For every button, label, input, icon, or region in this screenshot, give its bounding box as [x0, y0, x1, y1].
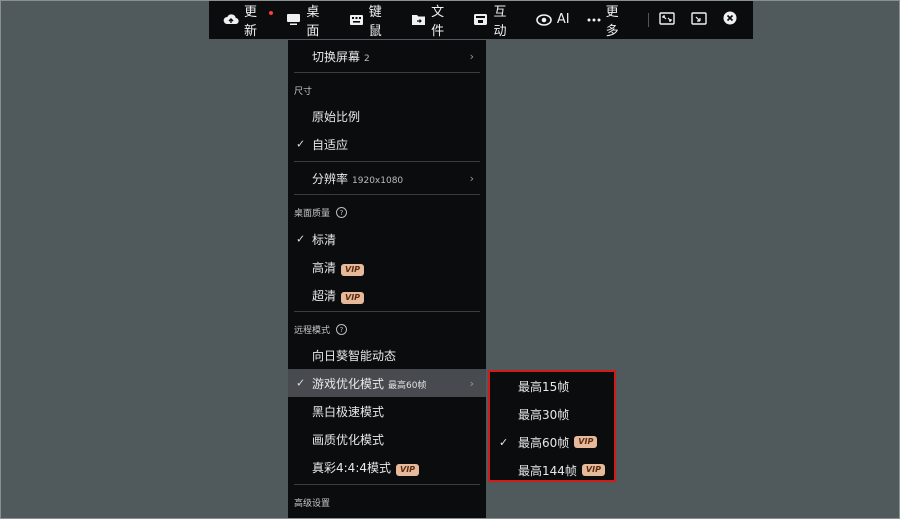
submenu-item-60fps[interactable]: ✓ 最高60帧 VIP: [490, 428, 614, 456]
menu-item-ultra[interactable]: 超清 VIP: [288, 281, 486, 309]
update-button[interactable]: 更新: [223, 0, 274, 39]
fullscreen-icon: [659, 10, 675, 29]
menu-item-resolution[interactable]: 分辨率 1920x1080 ›: [288, 164, 486, 192]
keyboard-mouse-label: 键鼠: [368, 4, 382, 39]
chevron-right-icon: ›: [469, 49, 474, 63]
menu-divider: [294, 311, 480, 312]
remote-mode-section-header: 远程模式?: [294, 323, 348, 336]
switch-screen-label: 切换屏幕: [312, 49, 361, 64]
menu-item-standard[interactable]: ✓ 标清: [288, 225, 486, 253]
menu-divider: [294, 161, 480, 162]
desktop-button[interactable]: 桌面: [286, 0, 331, 39]
keyboard-mouse-button[interactable]: 键鼠: [349, 0, 394, 39]
interact-icon: [473, 13, 488, 26]
menu-item-quality-mode[interactable]: 画质优化模式: [288, 425, 486, 453]
game-mode-label: 游戏优化模式: [312, 376, 385, 391]
desktop-label: 桌面: [306, 4, 320, 39]
files-label: 文件: [431, 4, 445, 39]
size-section-header: 尺寸: [294, 87, 313, 97]
folder-icon: [411, 13, 426, 26]
more-button[interactable]: 更多: [587, 0, 631, 39]
vip-badge: VIP: [581, 464, 605, 476]
menu-divider: [294, 194, 480, 195]
menu-item-smart-dynamic[interactable]: 向日葵智能动态: [288, 341, 486, 369]
ellipsis-icon: [587, 18, 601, 22]
standard-label: 标清: [312, 232, 337, 247]
fps15-label: 最高15帧: [518, 379, 570, 394]
minimize-window-button[interactable]: [691, 10, 707, 29]
menu-item-game-mode[interactable]: ✓ 游戏优化模式 最高60帧 ›: [288, 369, 486, 397]
checkmark-icon: ✓: [296, 376, 306, 390]
fps60-label: 最高60帧: [518, 435, 570, 450]
adaptive-label: 自适应: [312, 137, 349, 152]
files-button[interactable]: 文件: [411, 0, 456, 39]
ai-button[interactable]: AI: [536, 0, 570, 39]
submenu-item-30fps[interactable]: 最高30帧: [490, 400, 614, 428]
vip-badge: VIP: [341, 263, 365, 276]
help-icon[interactable]: ?: [336, 324, 348, 335]
ultra-label: 超清: [312, 288, 337, 303]
interact-label: 互动: [493, 4, 507, 39]
toolbar-divider: [647, 12, 649, 27]
true-color-label: 真彩4:4:4模式: [312, 460, 391, 475]
checkmark-icon: ✓: [499, 435, 509, 449]
fullscreen-button[interactable]: [659, 10, 675, 29]
close-icon: [723, 10, 737, 29]
notification-dot: [269, 11, 274, 15]
submenu-item-144fps[interactable]: 最高144帧 VIP: [490, 456, 614, 484]
fps144-label: 最高144帧: [518, 463, 577, 478]
menu-divider: [294, 72, 480, 73]
help-icon[interactable]: ?: [336, 207, 348, 218]
close-button[interactable]: [723, 10, 737, 29]
menu-item-true-color[interactable]: 真彩4:4:4模式 VIP: [288, 453, 486, 481]
eye-icon: [536, 13, 552, 26]
submenu-item-15fps[interactable]: 最高15帧: [490, 372, 614, 400]
checkmark-icon: ✓: [296, 137, 306, 151]
smart-dynamic-label: 向日葵智能动态: [312, 348, 397, 363]
quality-section-header: 桌面质量?: [294, 206, 348, 219]
vip-badge: VIP: [574, 436, 598, 448]
interact-button[interactable]: 互动: [473, 0, 518, 39]
game-mode-fps: 最高60帧: [388, 380, 427, 391]
menu-divider: [294, 484, 480, 485]
vip-badge: VIP: [341, 291, 365, 304]
vip-badge: VIP: [396, 463, 420, 476]
chevron-right-icon: ›: [469, 171, 474, 185]
quality-mode-label: 画质优化模式: [312, 432, 385, 447]
menu-item-bw-mode[interactable]: 黑白极速模式: [288, 397, 486, 425]
minimize-window-icon: [691, 10, 707, 29]
menu-item-original-ratio[interactable]: 原始比例: [288, 102, 486, 130]
update-label: 更新: [244, 4, 258, 39]
menu-item-adaptive[interactable]: ✓ 自适应: [288, 130, 486, 158]
bw-mode-label: 黑白极速模式: [312, 404, 385, 419]
keyboard-icon: [349, 14, 364, 26]
ai-label: AI: [556, 12, 570, 27]
menu-item-switch-screen[interactable]: 切换屏幕 2 ›: [288, 42, 486, 70]
checkmark-icon: ✓: [296, 232, 306, 246]
screen-count: 2: [364, 53, 370, 64]
menu-item-high[interactable]: 高清 VIP: [288, 253, 486, 281]
monitor-icon: [286, 13, 301, 26]
advanced-section-header: 高级设置: [294, 499, 331, 509]
resolution-value: 1920x1080: [352, 175, 404, 186]
resolution-label: 分辨率: [312, 171, 349, 186]
cloud-upload-icon: [223, 13, 239, 27]
more-label: 更多: [605, 4, 619, 39]
remote-toolbar: 更新 桌面 键鼠 文件 互动 AI 更多: [209, 0, 753, 39]
high-label: 高清: [312, 260, 337, 275]
fps30-label: 最高30帧: [518, 407, 570, 422]
original-ratio-label: 原始比例: [312, 109, 361, 124]
fps-submenu: 最高15帧 最高30帧 ✓ 最高60帧 VIP 最高144帧 VIP: [488, 370, 616, 482]
chevron-right-icon: ›: [469, 376, 474, 390]
desktop-menu: 切换屏幕 2 › 尺寸 原始比例 ✓ 自适应 分辨率 1920x1080 › 桌面质…: [288, 40, 486, 519]
